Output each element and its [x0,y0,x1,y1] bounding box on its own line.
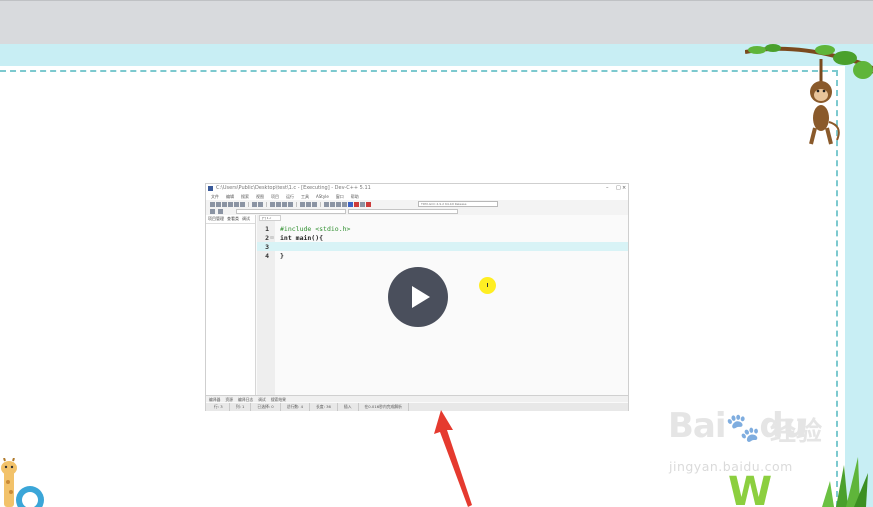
menu-edit[interactable]: 编辑 [226,193,234,200]
profile-icon[interactable] [360,201,365,207]
status-length: 长度: 36 [310,403,338,411]
giraffe-illustration [1,458,44,507]
top-bar [0,0,873,44]
debug-icon[interactable] [366,201,371,207]
compiler-select[interactable]: TDM-GCC 4.9.2 64-bit Release [418,201,498,207]
tab-search-results[interactable]: 搜索结果 [271,396,286,402]
close-file-icon[interactable] [234,201,239,207]
check-icon[interactable] [348,201,353,207]
mouse-cursor-highlight [479,277,496,294]
code-text: #include <stdio.h> [280,224,351,233]
ide-menubar: 文件 编辑 搜索 视图 项目 运行 工具 AStyle 窗口 帮助 [206,193,628,200]
toolbar-separator [266,201,267,207]
status-total-lines: 总行数: 4 [281,403,310,411]
tab-resources[interactable]: 资源 [225,396,233,402]
status-selected: 已选择: 0 [251,403,281,411]
stop-icon[interactable] [354,201,359,207]
sidebar-tabs: 项目管理 查看类 调试 [206,215,255,224]
menu-view[interactable]: 视图 [256,193,264,200]
menu-file[interactable]: 文件 [211,193,219,200]
save-icon[interactable] [222,201,227,207]
members-icon[interactable] [218,209,223,214]
goto-icon[interactable] [282,201,287,207]
menu-search[interactable]: 搜索 [241,193,249,200]
line-number: 4 [265,251,269,260]
status-insert-mode: 插入 [338,403,359,411]
frame-dashed-border-top [0,70,838,72]
minimize-button[interactable]: – [606,185,609,191]
status-column: 列: 1 [230,403,252,411]
line-number: 2 [265,233,269,242]
code-text: int main(){ [280,233,324,242]
tab-project[interactable]: 项目管理 [208,216,224,222]
bookmark-icon[interactable] [312,201,317,207]
code-editor[interactable]: 1 #include <stdio.h> 2 ⊟ int main(){ 3 4… [257,224,628,260]
watermark-url: jingyan.baidu.com [669,459,793,474]
replace-icon[interactable] [276,201,281,207]
class-combo[interactable] [236,209,346,214]
code-line-current: 3 [257,242,628,251]
file-tab[interactable]: [*] 1.c [259,215,281,221]
baidu-jingyan-watermark: Bai🐾du 经验 jingyan.baidu.com [668,406,828,474]
toolbar-separator [296,201,297,207]
decorative-frame-top [0,44,873,66]
indent-icon[interactable] [288,201,293,207]
members-combo[interactable] [348,209,458,214]
toolbar-separator [248,201,249,207]
menu-project[interactable]: 项目 [271,193,279,200]
maximize-button[interactable]: □ [616,185,621,191]
save-all-icon[interactable] [228,201,233,207]
toolbar-separator [320,201,321,207]
line-number: 3 [265,242,269,251]
ide-titlebar: C:\Users\Public\Desktop\test\1.c - [Exec… [206,184,628,193]
menu-window[interactable]: 窗口 [336,193,344,200]
status-parse-message: 在0.016秒内完成解析 [359,403,409,411]
code-text: } [280,251,284,260]
compile-icon[interactable] [330,201,335,207]
redo-icon[interactable] [258,201,263,207]
menu-tools[interactable]: 工具 [301,193,309,200]
forward-icon[interactable] [306,201,311,207]
class-icon[interactable] [210,209,215,214]
back-icon[interactable] [300,201,305,207]
output-panel-tabs: 编译器 资源 编译日志 调试 搜索结果 [206,395,628,402]
line-number: 1 [265,224,269,233]
code-line: 4 } [257,251,628,260]
undo-icon[interactable] [252,201,257,207]
open-file-icon[interactable] [216,201,221,207]
tab-compiler[interactable]: 编译器 [209,396,220,402]
devcpp-app-icon [208,186,213,191]
print-icon[interactable] [240,201,245,207]
menu-help[interactable]: 帮助 [351,193,359,200]
code-line: 2 ⊟ int main(){ [257,233,628,242]
ide-window-title: C:\Users\Public\Desktop\test\1.c - [Exec… [216,185,371,191]
red-arrow-icon [434,410,472,507]
find-icon[interactable] [270,201,275,207]
code-line: 1 #include <stdio.h> [257,224,628,233]
project-sidebar: 项目管理 查看类 调试 [206,215,256,395]
run-icon[interactable] [336,201,341,207]
tab-classes[interactable]: 查看类 [227,216,239,222]
play-button[interactable] [388,267,448,327]
tab-debug[interactable]: 调试 [242,216,250,222]
new-file-icon[interactable] [210,201,215,207]
ide-statusbar: 行: 3 列: 1 已选择: 0 总行数: 4 长度: 36 插入 在0.016… [206,403,628,411]
tab-debugger[interactable]: 调试 [258,396,266,402]
monkey-illustration [745,44,873,145]
menu-run[interactable]: 运行 [286,193,294,200]
ide-toolbar [206,200,628,208]
compile-run-icon[interactable] [342,201,347,207]
close-button[interactable]: × [622,185,626,191]
svg-text:W: W [728,469,772,507]
grid-icon[interactable] [324,201,329,207]
tab-compile-log[interactable]: 编译日志 [238,396,253,402]
jingyan-label: 经验 [770,417,823,447]
menu-astyle[interactable]: AStyle [316,193,329,200]
status-line: 行: 3 [208,403,230,411]
